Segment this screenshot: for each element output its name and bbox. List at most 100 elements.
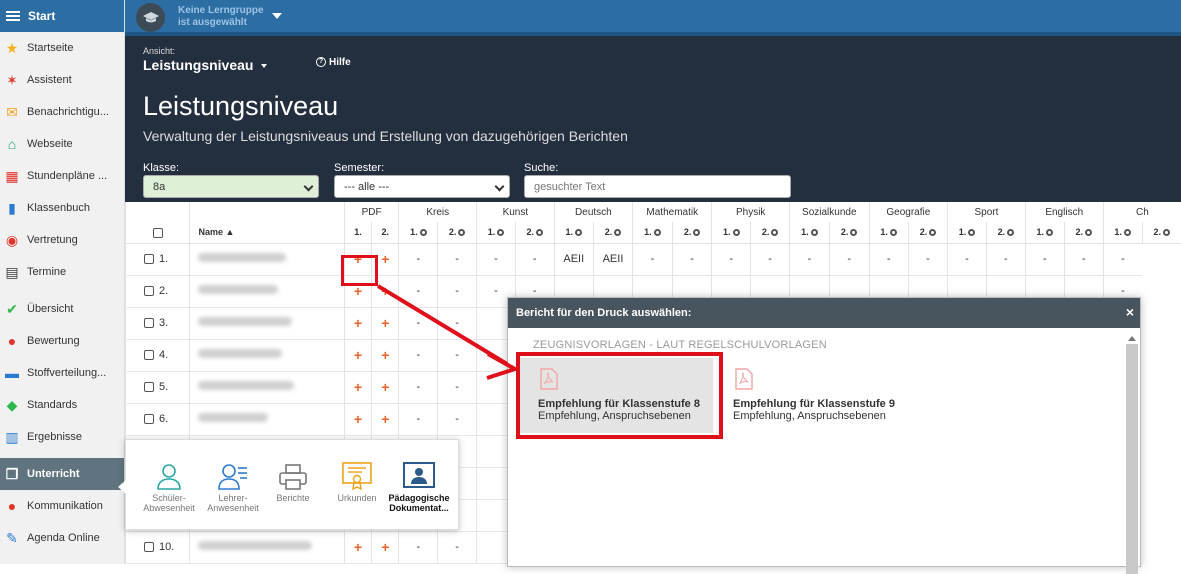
grade-cell[interactable]: - bbox=[399, 243, 438, 275]
gear-icon[interactable] bbox=[614, 229, 621, 236]
grade-cell[interactable]: - bbox=[1103, 243, 1142, 275]
gear-icon[interactable] bbox=[693, 229, 700, 236]
select-all-checkbox[interactable] bbox=[153, 228, 163, 238]
report-card-klassenstufe-9[interactable]: Empfehlung für Klassenstufe 9 Empfehlung… bbox=[715, 358, 908, 433]
grade-cell[interactable]: - bbox=[672, 243, 712, 275]
semester-col-header[interactable]: 1. bbox=[477, 222, 516, 243]
grade-cell[interactable]: - bbox=[1025, 243, 1064, 275]
row-checkbox[interactable] bbox=[144, 254, 154, 264]
grade-cell[interactable]: - bbox=[986, 243, 1025, 275]
sidebar-item-5[interactable]: ▦Stundenpläne ... bbox=[0, 160, 124, 192]
view-selector[interactable]: Leistungsniveau bbox=[143, 57, 267, 73]
name-sort-header[interactable]: Name ▲ bbox=[190, 222, 344, 243]
semester-col-header[interactable]: 2. bbox=[672, 222, 712, 243]
pdf-add-button[interactable]: + bbox=[344, 403, 371, 435]
close-icon[interactable]: × bbox=[1126, 305, 1134, 319]
grade-cell[interactable]: - bbox=[438, 243, 477, 275]
scroll-up-icon[interactable] bbox=[1128, 336, 1136, 341]
gear-icon[interactable] bbox=[575, 229, 582, 236]
grade-cell[interactable]: - bbox=[438, 531, 477, 563]
row-checkbox[interactable] bbox=[144, 350, 154, 360]
sidebar-item-12[interactable]: ◆Standards bbox=[0, 389, 124, 421]
klasse-select[interactable]: 8a bbox=[143, 175, 319, 198]
grade-cell[interactable]: - bbox=[751, 243, 790, 275]
row-checkbox[interactable] bbox=[144, 542, 154, 552]
help-link[interactable]: ?Hilfe bbox=[316, 57, 351, 68]
gear-icon[interactable] bbox=[1007, 229, 1014, 236]
grade-cell[interactable]: - bbox=[790, 243, 830, 275]
semester-col-header[interactable]: 2. bbox=[751, 222, 790, 243]
sidebar-item-13[interactable]: ▥Ergebnisse bbox=[0, 421, 124, 453]
gear-icon[interactable] bbox=[929, 229, 936, 236]
caret-down-icon[interactable] bbox=[272, 13, 282, 19]
semester-select[interactable]: --- alle --- bbox=[334, 175, 510, 198]
graduation-cap-icon[interactable] bbox=[136, 3, 165, 32]
flyout-item-4[interactable]: Urkunden bbox=[326, 458, 388, 503]
gear-icon[interactable] bbox=[1163, 229, 1170, 236]
semester-col-header[interactable]: 1. bbox=[948, 222, 987, 243]
semester-col-header[interactable]: 1. bbox=[633, 222, 673, 243]
flyout-item-3[interactable]: Berichte bbox=[262, 458, 324, 503]
search-input[interactable]: gesuchter Text bbox=[524, 175, 791, 198]
grade-cell[interactable]: - bbox=[399, 371, 438, 403]
grade-cell[interactable]: - bbox=[399, 403, 438, 435]
gear-icon[interactable] bbox=[1124, 229, 1131, 236]
sidebar-item-10[interactable]: ●Bewertung bbox=[0, 325, 124, 357]
semester-col-header[interactable]: 1. bbox=[1103, 222, 1142, 243]
semester-col-header[interactable]: 2. bbox=[1142, 222, 1181, 243]
pdf-add-button[interactable]: + bbox=[344, 339, 371, 371]
semester-col-header[interactable]: 2. bbox=[593, 222, 632, 243]
sidebar-item-1[interactable]: ★Startseite bbox=[0, 32, 124, 64]
sidebar-item-16[interactable]: ✎Agenda Online bbox=[0, 522, 124, 554]
gear-icon[interactable] bbox=[811, 229, 818, 236]
flyout-item-5[interactable]: Pädagogische Dokumentat... bbox=[388, 458, 450, 513]
sidebar-item-4[interactable]: ⌂Webseite bbox=[0, 128, 124, 160]
gear-icon[interactable] bbox=[497, 229, 504, 236]
semester-col-header[interactable]: 2. bbox=[986, 222, 1025, 243]
semester-col-header[interactable]: 2. bbox=[908, 222, 947, 243]
grade-cell[interactable]: - bbox=[1064, 243, 1103, 275]
grade-cell[interactable]: - bbox=[399, 275, 438, 307]
sidebar-item-14[interactable]: ❐Unterricht bbox=[0, 458, 124, 490]
gear-icon[interactable] bbox=[536, 229, 543, 236]
pdf-add-button[interactable]: + bbox=[372, 531, 399, 563]
menu-icon[interactable] bbox=[6, 9, 20, 23]
grade-cell[interactable]: - bbox=[399, 307, 438, 339]
sidebar-item-3[interactable]: ✉Benachrichtigu... bbox=[0, 96, 124, 128]
semester-col-header[interactable]: 1. bbox=[712, 222, 751, 243]
grade-cell[interactable]: - bbox=[438, 275, 477, 307]
semester-col-header[interactable]: 1. bbox=[790, 222, 830, 243]
gear-icon[interactable] bbox=[420, 229, 427, 236]
sidebar-item-2[interactable]: ✶Assistent bbox=[0, 64, 124, 96]
semester-col-header[interactable]: 2. bbox=[438, 222, 477, 243]
row-checkbox[interactable] bbox=[144, 318, 154, 328]
pdf-add-button[interactable]: + bbox=[372, 307, 399, 339]
grade-cell[interactable]: - bbox=[438, 339, 477, 371]
gear-icon[interactable] bbox=[890, 229, 897, 236]
semester-col-header[interactable]: 1. bbox=[1025, 222, 1064, 243]
flyout-item-2[interactable]: Lehrer- Anwesenheit bbox=[202, 458, 264, 513]
pdf-add-button[interactable]: + bbox=[372, 339, 399, 371]
grade-cell[interactable]: - bbox=[869, 243, 908, 275]
row-checkbox[interactable] bbox=[144, 414, 154, 424]
sidebar-item-7[interactable]: ◉Vertretung bbox=[0, 224, 124, 256]
grade-cell[interactable]: - bbox=[712, 243, 751, 275]
gear-icon[interactable] bbox=[654, 229, 661, 236]
grade-cell[interactable]: AEII bbox=[554, 243, 593, 275]
sidebar-item-8[interactable]: ▤Termine bbox=[0, 256, 124, 288]
pdf-add-button[interactable]: + bbox=[344, 531, 371, 563]
gear-icon[interactable] bbox=[1046, 229, 1053, 236]
sidebar-item-9[interactable]: ✔Übersicht bbox=[0, 293, 124, 325]
pdf-add-button[interactable]: + bbox=[372, 403, 399, 435]
grade-cell[interactable]: - bbox=[515, 243, 554, 275]
grade-cell[interactable]: - bbox=[633, 243, 673, 275]
gear-icon[interactable] bbox=[968, 229, 975, 236]
grade-cell[interactable]: - bbox=[438, 371, 477, 403]
gear-icon[interactable] bbox=[458, 229, 465, 236]
row-checkbox[interactable] bbox=[144, 286, 154, 296]
learning-group-selector[interactable]: Keine Lerngruppe ist ausgewählt bbox=[178, 5, 264, 29]
semester-col-header[interactable]: 2. bbox=[515, 222, 554, 243]
grade-cell[interactable]: - bbox=[438, 307, 477, 339]
semester-col-header[interactable]: 2. bbox=[829, 222, 869, 243]
dialog-scrollbar[interactable] bbox=[1126, 344, 1138, 574]
